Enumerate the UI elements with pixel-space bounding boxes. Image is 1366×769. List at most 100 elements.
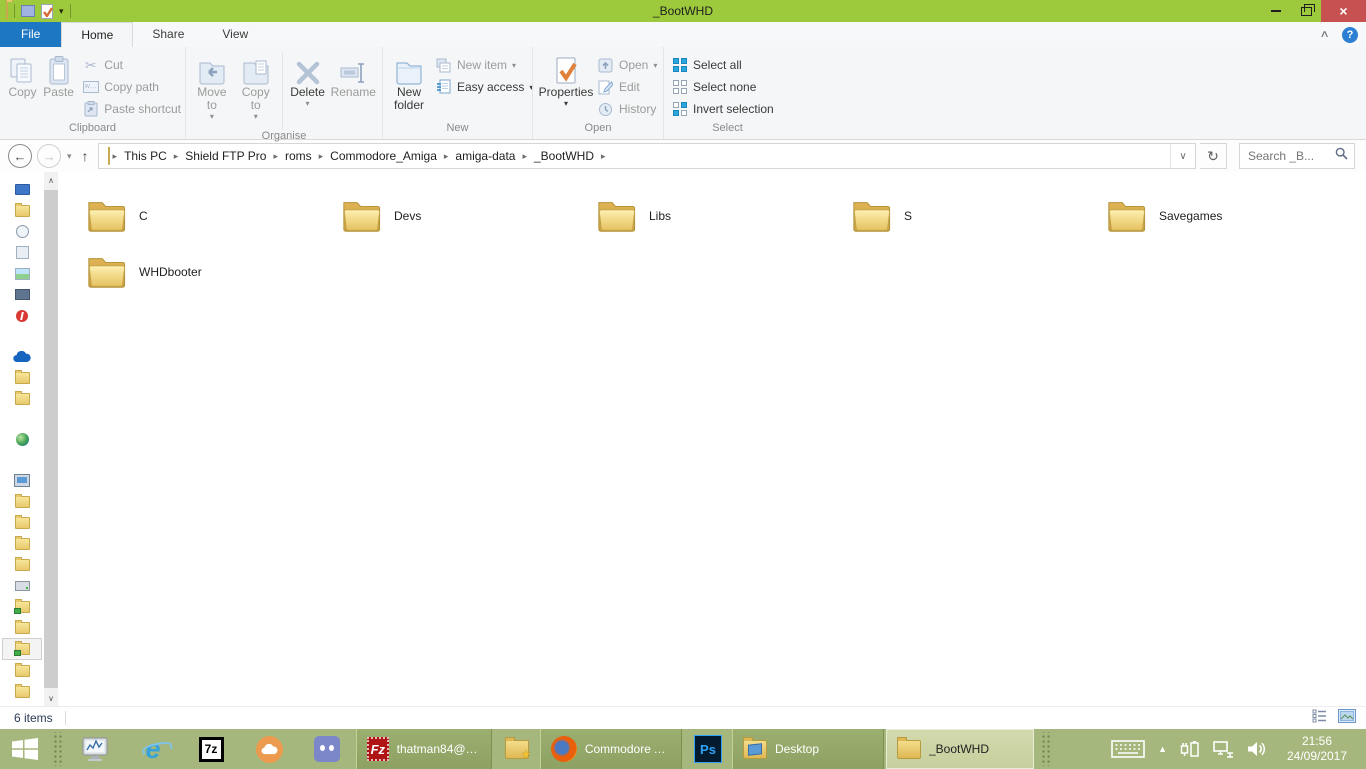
qat-properties-icon[interactable] bbox=[41, 3, 53, 19]
back-button[interactable]: ← bbox=[8, 144, 32, 168]
qat-customize-dropdown[interactable]: ▾ bbox=[59, 6, 64, 17]
open-button[interactable]: Open ▾ bbox=[597, 54, 657, 76]
taskbar-item-photoshop[interactable]: Ps bbox=[684, 729, 732, 769]
taskbar-item-discord[interactable] bbox=[298, 729, 356, 769]
crumb-separator-icon[interactable]: ▸ bbox=[598, 151, 609, 162]
folder-tile-whdbooter[interactable]: WHDbooter bbox=[85, 244, 320, 300]
network-icon[interactable] bbox=[1212, 740, 1234, 758]
folder-tile-c[interactable]: C bbox=[85, 188, 320, 244]
sidebar-item-shared-folder[interactable] bbox=[2, 596, 42, 617]
up-button[interactable]: ↑ bbox=[82, 148, 89, 164]
crumb-separator-icon[interactable]: ▸ bbox=[316, 151, 327, 162]
sidebar-item-folder[interactable] bbox=[2, 533, 42, 554]
sidebar-item-desktop[interactable] bbox=[2, 179, 42, 200]
sidebar-item-folder[interactable] bbox=[2, 617, 42, 638]
sidebar-item-downloads[interactable] bbox=[2, 200, 42, 221]
crumb-separator-icon[interactable]: ▸ bbox=[441, 151, 452, 162]
taskbar-item-cloud-app[interactable] bbox=[240, 729, 298, 769]
sidebar-item-documents[interactable] bbox=[2, 242, 42, 263]
easy-access-button[interactable]: Easy access ▾ bbox=[435, 76, 533, 98]
cut-button[interactable]: ✂ Cut bbox=[82, 54, 181, 76]
sidebar-item-this-pc[interactable] bbox=[2, 470, 42, 491]
sidebar-item-folder[interactable] bbox=[2, 554, 42, 575]
taskbar-clock[interactable]: 21:56 24/09/2017 bbox=[1280, 734, 1354, 764]
sidebar-item-videos[interactable] bbox=[2, 284, 42, 305]
restore-button[interactable] bbox=[1291, 0, 1321, 22]
forward-button[interactable]: → bbox=[37, 144, 61, 168]
crumb-separator-icon[interactable]: ▸ bbox=[110, 151, 121, 162]
copy-to-button[interactable]: Copy to ▾ bbox=[234, 50, 278, 121]
taskbar-item-internet-explorer[interactable]: e bbox=[124, 729, 182, 769]
crumb-this-pc[interactable]: This PC bbox=[120, 149, 171, 163]
show-hidden-icons[interactable]: ▲ bbox=[1158, 744, 1167, 754]
folder-tile-libs[interactable]: Libs bbox=[595, 188, 830, 244]
scroll-down-icon[interactable]: ∨ bbox=[44, 690, 58, 706]
select-all-button[interactable]: Select all bbox=[671, 54, 774, 76]
crumb-roms[interactable]: roms bbox=[281, 149, 316, 163]
sidebar-item-current-folder[interactable] bbox=[2, 638, 42, 660]
paste-button[interactable]: Paste bbox=[41, 50, 76, 99]
taskbar-button-filezilla[interactable]: Fz thatman84@95.... bbox=[356, 729, 492, 769]
sidebar-item-recent[interactable] bbox=[2, 221, 42, 242]
search-input[interactable] bbox=[1246, 148, 1335, 164]
refresh-button[interactable]: ↻ bbox=[1200, 143, 1227, 169]
tab-file[interactable]: File bbox=[0, 22, 62, 47]
sidebar-item-network[interactable] bbox=[2, 429, 42, 450]
taskbar-button-bootwhd[interactable]: _BootWHD bbox=[886, 729, 1034, 769]
taskbar-button-desktop[interactable]: Desktop bbox=[732, 729, 884, 769]
help-icon[interactable]: ? bbox=[1342, 26, 1358, 43]
select-none-button[interactable]: Select none bbox=[671, 76, 774, 98]
start-button[interactable] bbox=[0, 729, 50, 769]
crumb-amiga-data[interactable]: amiga-data bbox=[451, 149, 519, 163]
scroll-up-icon[interactable]: ∧ bbox=[44, 172, 58, 188]
folder-tile-s[interactable]: S bbox=[850, 188, 1085, 244]
invert-selection-button[interactable]: Invert selection bbox=[671, 98, 774, 120]
qat-new-folder-icon[interactable] bbox=[21, 5, 35, 17]
details-view-icon[interactable] bbox=[1312, 709, 1328, 728]
close-button[interactable]: × bbox=[1321, 0, 1366, 22]
tab-share[interactable]: Share bbox=[133, 22, 203, 47]
scrollbar-thumb[interactable] bbox=[44, 190, 58, 688]
sidebar-item-folder[interactable] bbox=[2, 681, 42, 702]
minimize-ribbon-icon[interactable]: ∧ bbox=[1319, 29, 1329, 40]
address-history-dropdown[interactable]: ∨ bbox=[1170, 144, 1195, 168]
paste-shortcut-button[interactable]: Paste shortcut bbox=[82, 98, 181, 120]
edit-button[interactable]: Edit bbox=[597, 76, 657, 98]
new-folder-button[interactable]: New folder bbox=[387, 50, 431, 112]
sidebar-item-drive[interactable] bbox=[2, 575, 42, 596]
properties-button[interactable]: Properties ▾ bbox=[537, 50, 595, 108]
rename-button[interactable]: Rename bbox=[328, 50, 378, 99]
crumb-bootwhd[interactable]: _BootWHD bbox=[530, 149, 598, 163]
taskbar-button-firefox[interactable]: Commodore A... bbox=[540, 729, 682, 769]
taskbar-item-task-manager[interactable] bbox=[66, 729, 124, 769]
large-icons-view-icon[interactable] bbox=[1338, 708, 1356, 728]
search-icon[interactable] bbox=[1335, 147, 1348, 165]
tab-view[interactable]: View bbox=[203, 22, 267, 47]
sidebar-item-folder[interactable] bbox=[2, 367, 42, 388]
sidebar-item-music-app[interactable] bbox=[2, 305, 42, 326]
crumb-shield-ftp-pro[interactable]: Shield FTP Pro bbox=[181, 149, 270, 163]
sidebar-item-onedrive[interactable] bbox=[2, 346, 42, 367]
crumb-separator-icon[interactable]: ▸ bbox=[171, 151, 182, 162]
minimize-button[interactable] bbox=[1261, 0, 1291, 22]
delete-button[interactable]: Delete ▾ bbox=[287, 50, 329, 108]
crumb-separator-icon[interactable]: ▸ bbox=[270, 151, 281, 162]
copy-path-button[interactable]: w… Copy path bbox=[82, 76, 181, 98]
sidebar-item-folder[interactable] bbox=[2, 491, 42, 512]
folder-tile-devs[interactable]: Devs bbox=[340, 188, 575, 244]
crumb-commodore-amiga[interactable]: Commodore_Amiga bbox=[326, 149, 441, 163]
sidebar-item-folder[interactable] bbox=[2, 388, 42, 409]
power-plug-icon[interactable] bbox=[1180, 739, 1200, 759]
sidebar-item-folder[interactable] bbox=[2, 660, 42, 681]
crumb-separator-icon[interactable]: ▸ bbox=[519, 151, 530, 162]
new-item-button[interactable]: New item ▾ bbox=[435, 54, 533, 76]
recent-locations-dropdown[interactable]: ▾ bbox=[67, 151, 72, 162]
touch-keyboard-icon[interactable] bbox=[1111, 739, 1145, 759]
sidebar-item-folder[interactable] bbox=[2, 512, 42, 533]
navigation-scrollbar[interactable]: ∧ ∨ bbox=[44, 172, 58, 706]
taskbar-item-explorer-favorites[interactable] bbox=[494, 729, 540, 769]
move-to-button[interactable]: Move to ▾ bbox=[190, 50, 234, 121]
sidebar-item-pictures[interactable] bbox=[2, 263, 42, 284]
history-button[interactable]: History bbox=[597, 98, 657, 120]
volume-icon[interactable] bbox=[1246, 740, 1266, 758]
